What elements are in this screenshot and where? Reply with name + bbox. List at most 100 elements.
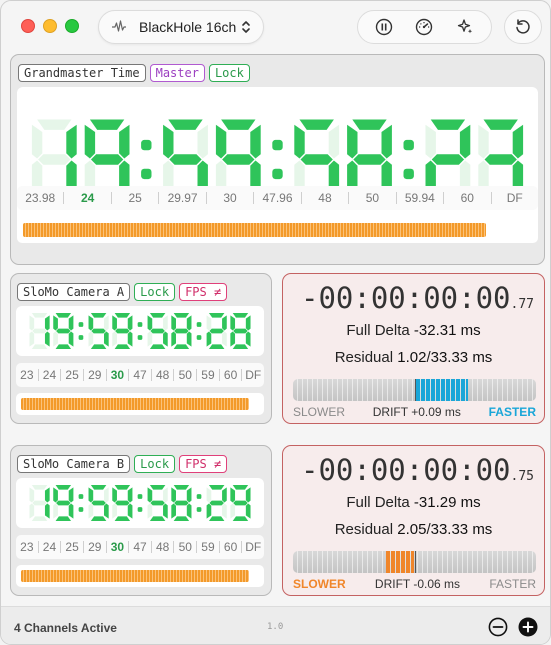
frame-rate-option[interactable]: 50 [349, 191, 395, 205]
frame-rate-option[interactable]: DF [492, 191, 538, 205]
frame-rate-option[interactable]: 25 [112, 191, 158, 205]
timecode-colon [78, 322, 84, 340]
frame-rate-option[interactable]: DF [242, 540, 264, 554]
device-name: BlackHole 16ch [139, 19, 237, 35]
frame-rate-option[interactable]: 48 [152, 540, 174, 554]
status-bar: 4 Channels Active 1.0 [1, 606, 550, 644]
version-label: 1.0 [267, 622, 284, 632]
camera-b-frame-rate-selector: 23 24 25 29 30 47 48 50 59 60 DF [16, 535, 264, 559]
frame-rate-option[interactable]: 48 [302, 191, 348, 205]
camera-a-drift-labels: SLOWER DRIFT +0.09 ms FASTER [293, 405, 536, 419]
frame-rate-option[interactable]: 60 [220, 540, 242, 554]
frame-rate-option[interactable]: 23 [16, 540, 38, 554]
camera-a-drift-meter [293, 379, 536, 401]
frame-rate-option[interactable]: 60 [444, 191, 490, 205]
frame-rate-option[interactable]: 59 [197, 540, 219, 554]
waveform-icon [111, 19, 127, 35]
timecode-colon [272, 139, 283, 180]
close-window-button[interactable] [21, 19, 35, 33]
frame-rate-option[interactable]: 25 [61, 368, 83, 382]
frame-rate-option[interactable]: 30 [107, 540, 129, 554]
camera-b-full-delta: Full Delta -31.29 ms [346, 494, 481, 511]
drift-center-line [414, 551, 416, 573]
slower-label: SLOWER [293, 577, 346, 591]
grandmaster-panel: Grandmaster Time Master Lock 23.98 24 25 29… [10, 54, 545, 265]
camera-a-frame-rate-selector: 23 24 25 29 30 47 48 50 59 60 DF [16, 363, 264, 387]
minimize-window-button[interactable] [43, 19, 57, 33]
drift-center-line [414, 379, 416, 401]
frame-rate-option[interactable]: 48 [152, 368, 174, 382]
camera-b-drift-meter [293, 551, 536, 573]
camera-a-delta-timecode: -00:00:00:00.77 [301, 281, 534, 315]
frame-rate-option[interactable]: 23.98 [17, 191, 63, 205]
frame-rate-option[interactable]: 29 [84, 540, 106, 554]
frame-rate-option[interactable]: 23 [16, 368, 38, 382]
camera-b-frame-progress [16, 565, 264, 587]
timecode-digit [171, 485, 192, 521]
titlebar: BlackHole 16ch [1, 1, 550, 51]
grandmaster-tags: Grandmaster Time Master Lock [18, 64, 250, 82]
camera-a-full-delta: Full Delta -32.31 ms [346, 322, 481, 339]
gauge-icon[interactable] [414, 17, 434, 37]
reset-button[interactable] [504, 10, 542, 44]
drift-indicator [415, 379, 468, 401]
pause-icon[interactable] [374, 17, 394, 37]
sparkles-icon[interactable] [455, 17, 475, 37]
timecode-digit [88, 313, 109, 349]
timecode-digit [29, 313, 50, 349]
fps-mismatch-badge: FPS ≠ [179, 283, 228, 301]
timecode-digit [29, 485, 50, 521]
zoom-window-button[interactable] [65, 19, 79, 33]
lock-badge: Lock [134, 455, 176, 473]
frame-rate-option[interactable]: 47 [129, 540, 151, 554]
camera-b-tags: SloMo Camera B Lock FPS ≠ [17, 455, 228, 473]
grandmaster-title-tag: Grandmaster Time [18, 64, 146, 82]
remove-channel-button[interactable] [488, 617, 508, 637]
minus-circle-icon [488, 617, 508, 637]
frame-rate-option[interactable]: 50 [174, 540, 196, 554]
timecode-digit [112, 313, 133, 349]
timecode-colon [137, 494, 143, 512]
camera-a-title-tag: SloMo Camera A [17, 283, 131, 301]
frame-rate-option[interactable]: 24 [39, 540, 61, 554]
frame-rate-option[interactable]: DF [242, 368, 264, 382]
frame-rate-option[interactable]: 50 [174, 368, 196, 382]
timecode-digit [147, 485, 168, 521]
frame-rate-option[interactable]: 59.94 [397, 191, 443, 205]
frame-rate-option[interactable]: 24 [39, 368, 61, 382]
add-channel-button[interactable] [518, 617, 538, 637]
frame-rate-option[interactable]: 29 [84, 368, 106, 382]
channels-status: 4 Channels Active [14, 621, 117, 635]
frame-rate-option[interactable]: 30 [107, 368, 129, 382]
fps-mismatch-badge: FPS ≠ [179, 455, 228, 473]
audio-device-selector[interactable]: BlackHole 16ch [98, 10, 264, 44]
frame-rate-option[interactable]: 30 [207, 191, 253, 205]
lock-badge: Lock [134, 283, 176, 301]
camera-b-residual: Residual 2.05/33.33 ms [334, 521, 493, 538]
faster-label: FASTER [489, 577, 536, 591]
timecode-colon [196, 322, 202, 340]
frame-rate-option[interactable]: 47 [129, 368, 151, 382]
camera-b-title-tag: SloMo Camera B [17, 455, 131, 473]
drift-readout: DRIFT -0.06 ms [374, 577, 461, 591]
timecode-digit [112, 485, 133, 521]
timecode-digit [206, 485, 227, 521]
timecode-digit [53, 485, 74, 521]
camera-b-drift-labels: SLOWER DRIFT -0.06 ms FASTER [293, 577, 536, 591]
timecode-colon [137, 322, 143, 340]
frame-rate-option[interactable]: 29.97 [159, 191, 205, 205]
frame-rate-option[interactable]: 59 [197, 368, 219, 382]
camera-a-delta-panel: -00:00:00:00.77 Full Delta -32.31 ms Res… [282, 273, 545, 424]
faster-label: FASTER [488, 405, 536, 419]
frame-rate-option[interactable]: 24 [64, 191, 110, 205]
camera-b-timecode-display [16, 478, 264, 528]
master-badge: Master [149, 64, 205, 82]
app-window: BlackHole 16ch Grandmaster Time Master L… [0, 0, 551, 645]
frame-rate-option[interactable]: 25 [61, 540, 83, 554]
plus-circle-icon [518, 617, 538, 637]
timecode-digit [147, 313, 168, 349]
timecode-digit [206, 313, 227, 349]
timecode-colon [78, 494, 84, 512]
frame-rate-option[interactable]: 60 [220, 368, 242, 382]
frame-rate-option[interactable]: 47.96 [254, 191, 300, 205]
